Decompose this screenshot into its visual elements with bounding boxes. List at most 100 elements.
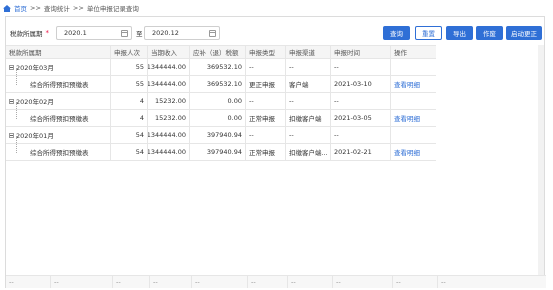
footer-cell: -- <box>441 278 446 286</box>
time-cell: 2021-03-05 <box>331 110 391 126</box>
vertical-scrollbar[interactable] <box>538 45 544 275</box>
period-cell: 综合所得预扣预缴表 <box>6 110 111 126</box>
count-cell: 4 <box>111 93 148 109</box>
channel-cell: -- <box>286 127 331 143</box>
col-type[interactable]: 申报类型 <box>246 46 286 58</box>
records-table: 税款所属期 申报人次 当期收入 应补（退）税额 申报类型 申报渠道 申报时间 操… <box>6 45 436 161</box>
required-mark: * <box>45 29 50 37</box>
tax-cell: 0.00 <box>190 93 246 109</box>
query-button[interactable]: 查询 <box>383 26 410 40</box>
end-date-input[interactable]: 2020.12 <box>144 26 220 40</box>
period-cell[interactable]: 2020年02月 <box>6 93 111 109</box>
footer-cell: -- <box>288 276 333 288</box>
tax-cell: 369532.10 <box>190 76 246 92</box>
footer-cell: -- <box>248 276 288 288</box>
type-cell: -- <box>246 59 286 75</box>
period-cell[interactable]: 2020年01月 <box>6 127 111 143</box>
col-operation: 操作 <box>394 49 407 57</box>
col-count[interactable]: 申报人次 <box>111 46 148 58</box>
table-row: 2020年01月 54 1344444.00 397940.94 -- -- -… <box>6 127 436 144</box>
view-details-link[interactable]: 查看明细 <box>391 110 436 126</box>
table-row: 综合所得预扣预缴表 55 1344444.00 369532.10 更正申报 客… <box>6 68 436 93</box>
view-details-link[interactable]: 查看明细 <box>391 144 436 160</box>
table-row: 2020年02月 4 15232.00 0.00 -- -- -- <box>6 93 436 110</box>
start-date-value: 2020.1 <box>64 29 87 37</box>
count-cell: 54 <box>111 127 148 143</box>
time-cell: -- <box>331 127 391 143</box>
start-correction-button[interactable]: 启动更正 <box>506 26 542 40</box>
collapse-icon[interactable] <box>9 132 14 138</box>
col-tax[interactable]: 应补（退）税额 <box>190 46 246 58</box>
breadcrumb-current-page: 单位申报记录查询 <box>86 5 139 13</box>
time-cell: -- <box>331 93 391 109</box>
breadcrumb-separator: >> <box>30 4 41 12</box>
footer-cell: -- <box>393 276 438 288</box>
start-date-input[interactable]: 2020.1 <box>56 26 132 40</box>
col-income[interactable]: 当期收入 <box>148 46 190 58</box>
period-cell: 综合所得预扣预缴表 <box>6 76 111 92</box>
income-cell: 1344444.00 <box>148 76 190 92</box>
footer-cell: -- <box>51 276 113 288</box>
collapse-icon[interactable] <box>9 64 14 70</box>
breadcrumb-home[interactable]: 首页 <box>14 3 27 13</box>
income-cell: 15232.00 <box>148 110 190 126</box>
breadcrumb-separator: >> <box>72 4 84 12</box>
export-button[interactable]: 导出 <box>446 26 473 40</box>
operation-cell <box>391 59 436 75</box>
footer-cell: -- <box>113 276 150 288</box>
channel-cell: -- <box>286 59 331 75</box>
period-cell: 综合所得预扣预缴表 <box>6 144 111 160</box>
type-cell: -- <box>246 127 286 143</box>
period-label: 税款所属期 <box>10 30 43 38</box>
tax-cell: 397940.94 <box>190 127 246 143</box>
period-cell[interactable]: 2020年03月 <box>6 59 111 75</box>
type-cell: 正常申报 <box>246 110 286 126</box>
col-time[interactable]: 申报时间 <box>331 46 391 58</box>
main-panel: 税款所属期 * 2020.1 至 2020.12 查询 重置 导出 作废 启动更… <box>5 16 546 288</box>
type-cell: -- <box>246 93 286 109</box>
operation-cell <box>391 127 436 143</box>
home-icon <box>3 4 11 12</box>
col-period[interactable]: 税款所属期 <box>6 46 111 58</box>
count-cell: 55 <box>111 76 148 92</box>
tax-cell: 397940.94 <box>190 144 246 160</box>
summary-footer: -- -- -- -- -- -- -- -- -- -- <box>6 275 546 288</box>
breadcrumb: 首页 >> 查询统计 >> 单位申报记录查询 <box>3 2 139 14</box>
type-cell: 正常申报 <box>246 144 286 160</box>
footer-cell: -- <box>6 276 51 288</box>
footer-cell: -- <box>333 276 393 288</box>
table-row: 综合所得预扣预缴表 54 1344444.00 397940.94 正常申报 扣… <box>6 136 436 161</box>
income-cell: 1344444.00 <box>148 59 190 75</box>
tree-line <box>16 102 17 119</box>
collapse-icon[interactable] <box>9 98 14 104</box>
tax-cell: 369532.10 <box>190 59 246 75</box>
type-cell: 更正申报 <box>246 76 286 92</box>
table-row: 2020年03月 55 1344444.00 369532.10 -- -- -… <box>6 59 436 76</box>
channel-cell: 扣缴客户端 <box>286 110 331 126</box>
table-header: 税款所属期 申报人次 当期收入 应补（退）税额 申报类型 申报渠道 申报时间 操… <box>6 45 436 59</box>
operation-cell <box>391 93 436 109</box>
view-details-link[interactable]: 查看明细 <box>391 76 436 92</box>
calendar-icon[interactable] <box>209 30 216 37</box>
income-cell: 1344444.00 <box>148 144 190 160</box>
channel-cell: 客户端 <box>286 76 331 92</box>
tax-cell: 0.00 <box>190 110 246 126</box>
reset-button[interactable]: 重置 <box>415 26 442 40</box>
calendar-icon[interactable] <box>121 30 128 37</box>
breadcrumb-query-stats[interactable]: 查询统计 <box>44 3 70 13</box>
void-button[interactable]: 作废 <box>476 26 503 40</box>
count-cell: 54 <box>111 144 148 160</box>
period-filter: 税款所属期 * <box>10 26 52 40</box>
channel-cell: 扣缴客户端... <box>286 144 331 160</box>
footer-cell: -- <box>150 276 192 288</box>
time-cell: 2021-03-10 <box>331 76 391 92</box>
income-cell: 1344444.00 <box>148 127 190 143</box>
to-label: 至 <box>136 30 143 38</box>
footer-cell: -- <box>192 276 248 288</box>
channel-cell: -- <box>286 93 331 109</box>
col-channel[interactable]: 申报渠道 <box>286 46 331 58</box>
table-row: 综合所得预扣预缴表 4 15232.00 0.00 正常申报 扣缴客户端 202… <box>6 102 436 127</box>
count-cell: 55 <box>111 59 148 75</box>
end-date-value: 2020.12 <box>152 29 179 37</box>
time-cell: -- <box>331 59 391 75</box>
